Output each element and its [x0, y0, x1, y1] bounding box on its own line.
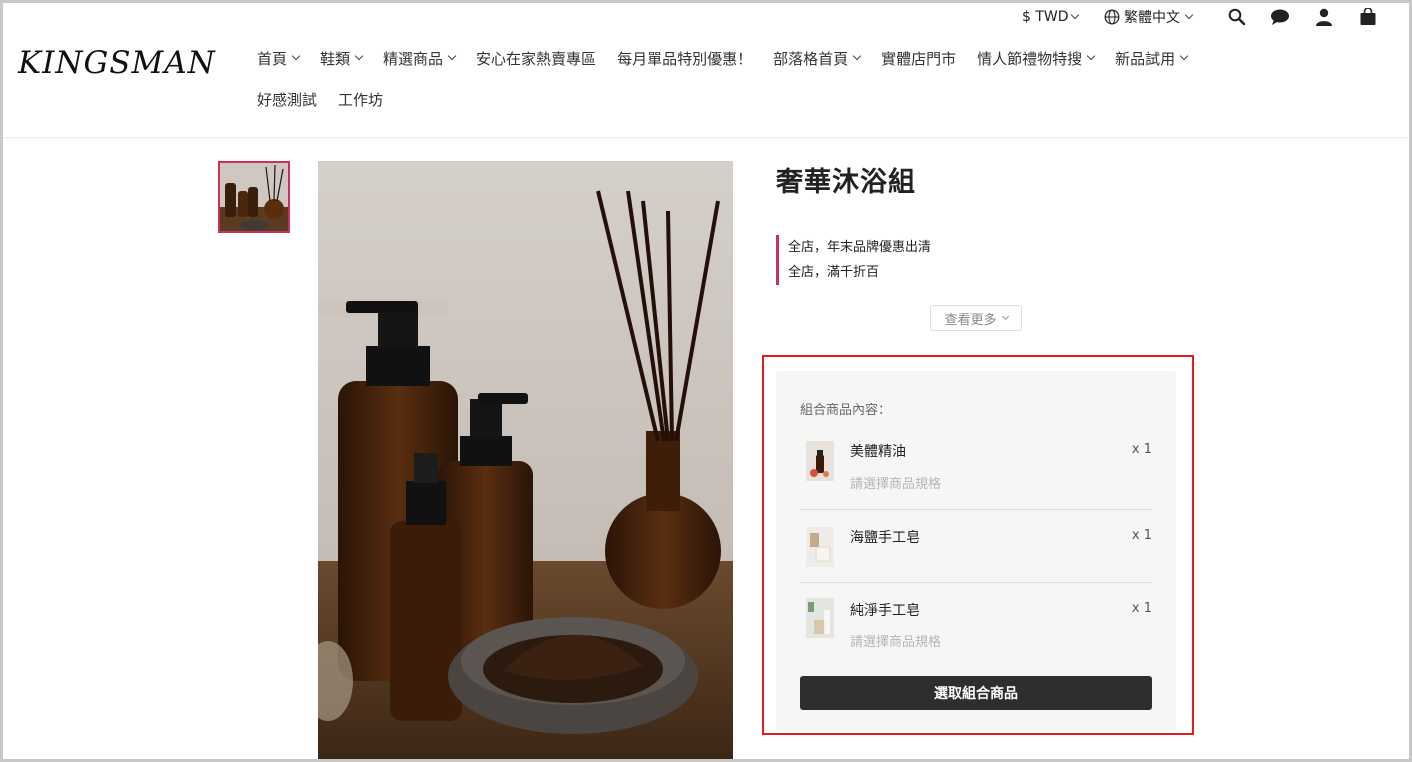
chevron-down-icon — [1070, 10, 1079, 20]
product-title: 奢華沐浴組 — [776, 167, 916, 198]
main-nav: 首頁 鞋類 精選商品 安心在家熱賣專區 每月單品特別優惠！ 部落格首頁 實體店門市 情人節禮物… — [257, 45, 1257, 112]
nav-item-label: 情人節禮物特搜 — [977, 49, 1083, 68]
thumbnail-image — [220, 163, 288, 231]
chevron-down-icon — [1001, 312, 1009, 320]
nav-item-label: 工作坊 — [338, 90, 384, 109]
nav-item[interactable]: 情人節禮物特搜 — [977, 48, 1096, 69]
user-icon — [1316, 8, 1332, 26]
nav-item[interactable]: 好感測試 — [257, 89, 317, 110]
nav-item[interactable]: 實體店門市 — [881, 48, 956, 69]
product-main-image[interactable] — [318, 161, 733, 762]
promotion-item[interactable]: 全店，年末品牌優惠出清 — [788, 235, 931, 260]
nav-item-label: 好感測試 — [257, 90, 318, 109]
site-header: KINGSMAN $ TWD 繁體中文 首頁 鞋類 精選商品 安心在家熱賣專區 … — [3, 3, 1409, 138]
nav-row-primary: 首頁 鞋類 精選商品 安心在家熱賣專區 每月單品特別優惠！ 部落格首頁 實體店門市 情人節禮物… — [257, 45, 1257, 71]
nav-item[interactable]: 部落格首頁 — [773, 48, 862, 69]
nav-item-label: 鞋類 — [320, 49, 351, 68]
nav-item[interactable]: 精選商品 — [383, 48, 457, 69]
chevron-down-icon — [354, 51, 364, 61]
promotion-list: 全店，年末品牌優惠出清 全店，滿千折百 — [776, 235, 931, 285]
nav-item-label: 部落格首頁 — [773, 49, 849, 68]
nav-item[interactable]: 首頁 — [257, 48, 301, 69]
brand-logo[interactable]: KINGSMAN — [18, 45, 216, 81]
nav-item[interactable]: 新品試用 — [1115, 48, 1189, 69]
highlight-outline — [762, 355, 1194, 735]
nav-row-secondary: 好感測試 工作坊 — [257, 86, 1257, 112]
product-thumbnail[interactable] — [218, 161, 290, 233]
nav-item[interactable]: 每月單品特別優惠！ — [617, 48, 752, 69]
account-button[interactable] — [1313, 6, 1335, 28]
chevron-down-icon — [1086, 51, 1096, 61]
cart-button[interactable] — [1357, 6, 1379, 28]
language-label: 繁體中文 — [1124, 10, 1180, 26]
see-more-label: 查看更多 — [944, 312, 997, 328]
search-button[interactable] — [1226, 6, 1248, 28]
chat-button[interactable] — [1269, 6, 1291, 28]
nav-item-label: 新品試用 — [1115, 49, 1176, 68]
globe-icon — [1104, 9, 1120, 25]
currency-selector[interactable]: $ TWD — [1022, 6, 1079, 28]
see-more-button[interactable]: 查看更多 — [930, 305, 1022, 331]
nav-item-label: 每月單品特別優惠！ — [617, 49, 753, 68]
product-photo — [318, 161, 733, 762]
nav-item-label: 實體店門市 — [881, 49, 957, 68]
cart-icon — [1360, 8, 1376, 25]
nav-item[interactable]: 工作坊 — [338, 89, 383, 110]
chevron-down-icon — [291, 51, 301, 61]
promotion-item[interactable]: 全店，滿千折百 — [788, 260, 931, 285]
chevron-down-icon — [852, 51, 862, 61]
nav-item-label: 首頁 — [257, 49, 288, 68]
nav-item-label: 安心在家熱賣專區 — [476, 49, 597, 68]
language-selector[interactable]: 繁體中文 — [1104, 6, 1194, 28]
chat-icon — [1271, 9, 1289, 25]
chevron-down-icon — [1184, 10, 1194, 20]
nav-item[interactable]: 鞋類 — [320, 48, 364, 69]
nav-item-label: 精選商品 — [383, 49, 444, 68]
chevron-down-icon — [1179, 51, 1189, 61]
search-icon — [1228, 8, 1246, 26]
nav-item[interactable]: 安心在家熱賣專區 — [476, 48, 596, 69]
chevron-down-icon — [447, 51, 457, 61]
currency-label: $ TWD — [1022, 9, 1069, 25]
